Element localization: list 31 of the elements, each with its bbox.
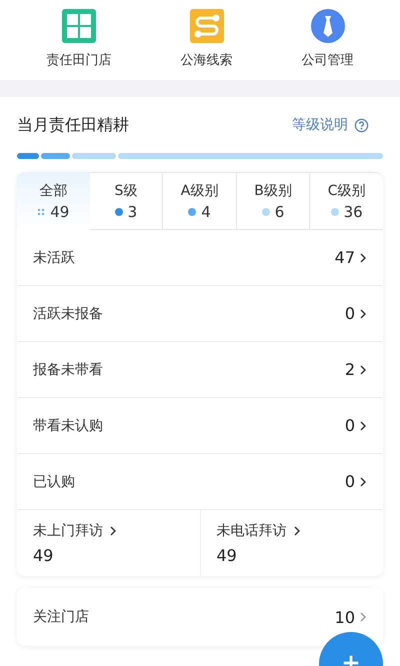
status-row[interactable]: 活跃未报备 0 [17,286,383,342]
visit-stat[interactable]: 未电话拜访 49 [200,510,383,576]
chevron-icon [359,252,367,264]
visit-stat[interactable]: 未上门拜访 49 [17,510,200,576]
chevron-icon [359,308,367,320]
shortcut-item[interactable]: 责任田门店 [46,0,112,69]
shortcut-item[interactable]: 公司管理 [302,0,354,69]
level-tab[interactable]: 全部 49 [17,172,90,230]
chevron-icon [359,420,367,432]
status-row[interactable]: 报备未带看 2 [17,342,383,398]
section-title: 当月责任田精耕 [17,114,129,136]
level-help-link[interactable]: 等级说明 [292,116,383,134]
shortcut-item[interactable]: 公海线索 [180,0,232,69]
status-row[interactable]: 已认购 0 [17,454,383,510]
level-tab[interactable]: B级别 6 [236,172,310,230]
route-icon [190,9,224,43]
chevron-icon [359,476,367,488]
chevron-icon [109,524,117,536]
chevron-icon [359,364,367,376]
status-row[interactable]: 带看未认购 0 [17,398,383,454]
chevron-icon [359,611,367,623]
status-row[interactable]: 未活跃 47 [17,230,383,286]
followed-stores-row[interactable]: 关注门店 10 [17,588,383,646]
dots-icon [37,208,46,216]
level-tab[interactable]: C级别 36 [310,172,383,230]
tie-icon [310,9,344,43]
level-tab[interactable]: A级别 4 [163,172,237,230]
chevron-icon [292,524,300,536]
grid-icon [62,9,96,43]
help-icon [354,118,369,132]
level-tab[interactable]: S级 3 [90,172,164,230]
